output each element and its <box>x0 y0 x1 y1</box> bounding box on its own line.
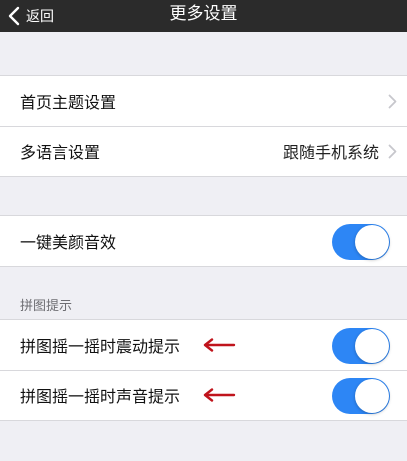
beauty-sound-label: 一键美颜音效 <box>20 233 117 252</box>
sound-hint-row: 拼图摇一摇时声音提示 <box>0 370 407 420</box>
page-title: 更多设置 <box>169 4 238 24</box>
toggle-knob <box>355 379 389 413</box>
sound-hint-toggle[interactable] <box>332 378 390 414</box>
puzzle-section-header: 拼图提示 <box>20 299 73 314</box>
vibrate-hint-toggle[interactable] <box>332 328 390 364</box>
language-setting-row[interactable]: 多语言设置 跟随手机系统 <box>0 126 407 176</box>
settings-group-puzzle: 拼图摇一摇时震动提示 拼图摇一摇时声音提示 <box>0 319 407 421</box>
toggle-knob <box>355 225 389 259</box>
sound-hint-label: 拼图摇一摇时声音提示 <box>20 387 181 406</box>
red-arrow-icon <box>202 337 236 356</box>
beauty-sound-row: 一键美颜音效 <box>0 216 407 266</box>
chevron-right-icon <box>388 94 397 113</box>
home-theme-setting-row[interactable]: 首页主题设置 <box>0 76 407 126</box>
chevron-right-icon <box>388 144 397 163</box>
language-value: 跟随手机系统 <box>282 143 379 162</box>
settings-group-beauty: 一键美颜音效 <box>0 215 407 267</box>
beauty-sound-toggle[interactable] <box>332 224 390 260</box>
navigation-bar: 返回 更多设置 <box>0 0 407 32</box>
red-arrow-icon <box>202 387 236 406</box>
toggle-knob <box>355 329 389 363</box>
language-label: 多语言设置 <box>20 143 101 162</box>
home-theme-label: 首页主题设置 <box>20 93 117 112</box>
settings-group-general: 首页主题设置 多语言设置 跟随手机系统 <box>0 75 407 177</box>
vibrate-hint-row: 拼图摇一摇时震动提示 <box>0 320 407 370</box>
vibrate-hint-label: 拼图摇一摇时震动提示 <box>20 337 181 356</box>
